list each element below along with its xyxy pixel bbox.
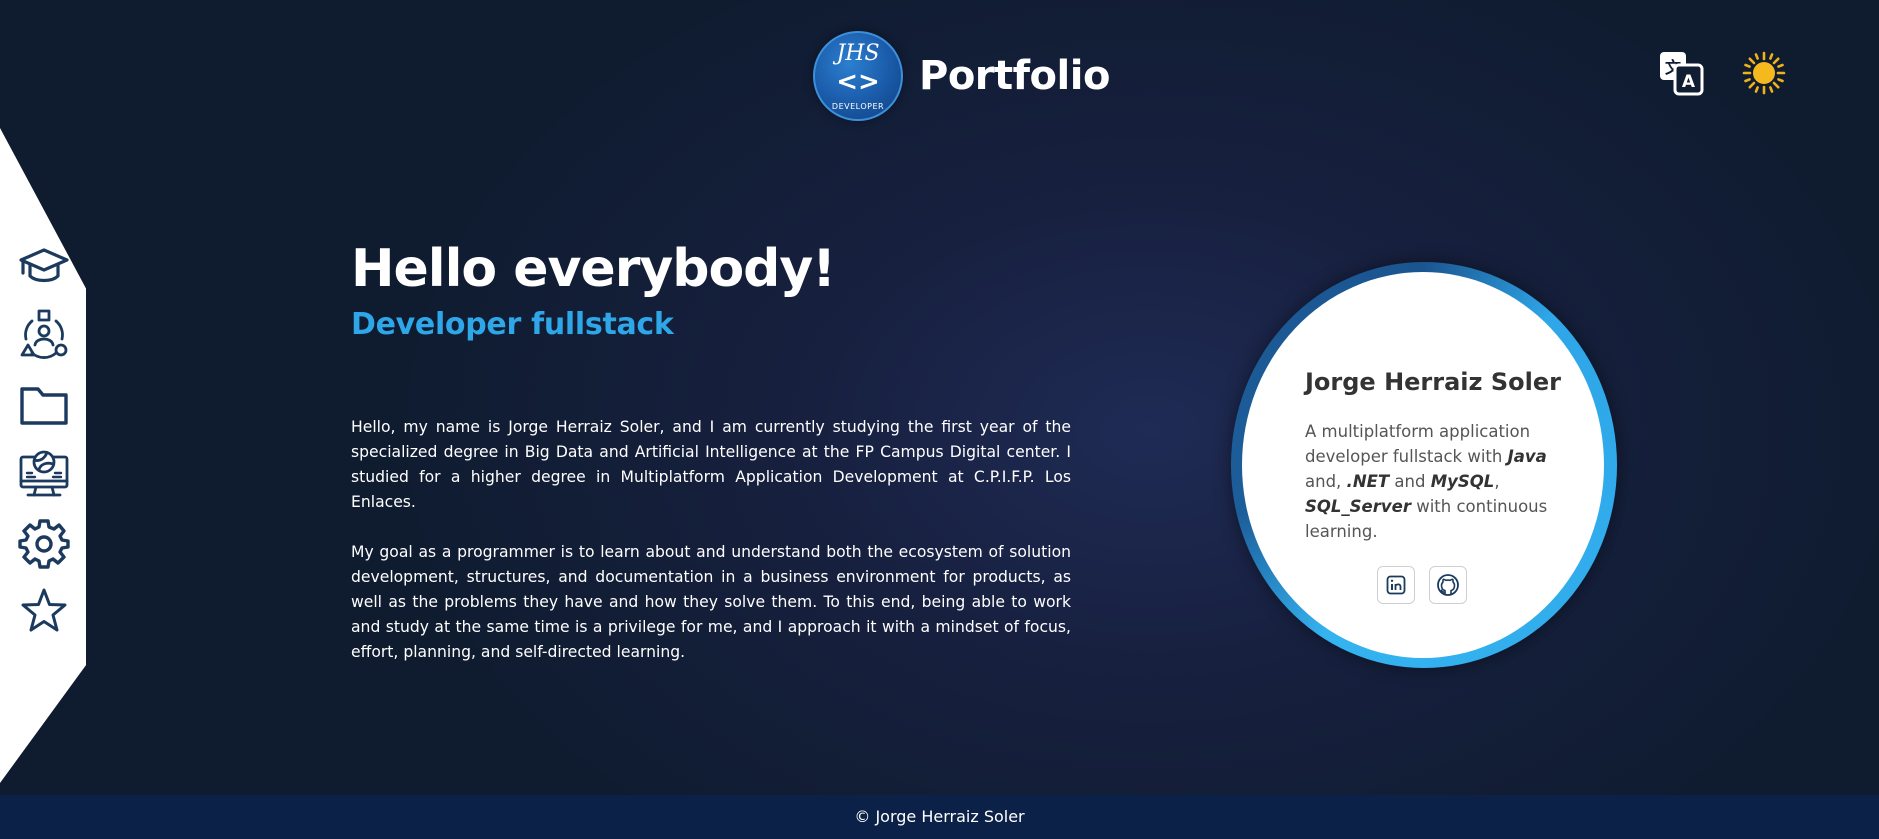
linkedin-icon [1386, 575, 1406, 595]
sun-icon [1742, 51, 1786, 95]
network-people-icon [20, 309, 68, 359]
tech-dotnet: .NET [1346, 472, 1390, 491]
folder-icon [20, 387, 68, 425]
sidebar-item-favorites[interactable] [18, 585, 70, 637]
sidebar-item-courses[interactable] [18, 448, 70, 500]
profile-description: A multiplatform application developer fu… [1305, 422, 1548, 541]
logo-initials: JHS [836, 41, 880, 66]
intro-paragraph: Hello, my name is Jorge Herraiz Soler, a… [351, 418, 1071, 511]
theme-toggle-button[interactable] [1741, 50, 1787, 96]
tech-mysql: MySQL [1430, 472, 1495, 491]
svg-text:A: A [1682, 72, 1696, 92]
greeting-heading: Hello everybody! [351, 239, 836, 299]
tech-sql-server: SQL_Server [1305, 497, 1411, 516]
copyright-text: © Jorge Herraiz Soler [854, 807, 1025, 826]
translate-button[interactable]: 文 A [1658, 50, 1704, 96]
linkedin-button[interactable] [1377, 566, 1415, 604]
goal-paragraph: My goal as a programmer is to learn abou… [351, 543, 1071, 661]
sidebar-item-settings[interactable] [18, 517, 70, 569]
logo-code-symbol: <> [836, 67, 880, 97]
computer-volleyball-icon [19, 450, 69, 497]
graduation-cap-icon [19, 248, 69, 283]
hero: Hello everybody! Developer fullstack [351, 236, 1071, 346]
github-button[interactable] [1429, 566, 1467, 604]
profile-name: Jorge Herraiz Soler [1305, 368, 1561, 396]
logo[interactable]: JHS <> DEVELOPER [813, 31, 903, 121]
sidebar-item-skills[interactable] [18, 309, 70, 361]
header: JHS <> DEVELOPER Portfolio 文 A [0, 0, 1879, 150]
footer: © Jorge Herraiz Soler [0, 795, 1879, 839]
logo-caption: DEVELOPER [831, 102, 885, 111]
brand[interactable]: JHS <> DEVELOPER Portfolio [813, 31, 1110, 121]
translate-icon: 文 A [1660, 52, 1704, 96]
role-subheading: Developer fullstack [351, 307, 674, 342]
gear-icon [18, 519, 70, 569]
sidebar-item-projects[interactable] [18, 379, 70, 431]
site-title: Portfolio [919, 53, 1110, 99]
sidebar-item-education[interactable] [18, 240, 70, 292]
sidebar [0, 128, 86, 783]
tech-java: Java [1507, 447, 1547, 466]
github-icon [1437, 574, 1459, 596]
star-icon [21, 588, 67, 632]
